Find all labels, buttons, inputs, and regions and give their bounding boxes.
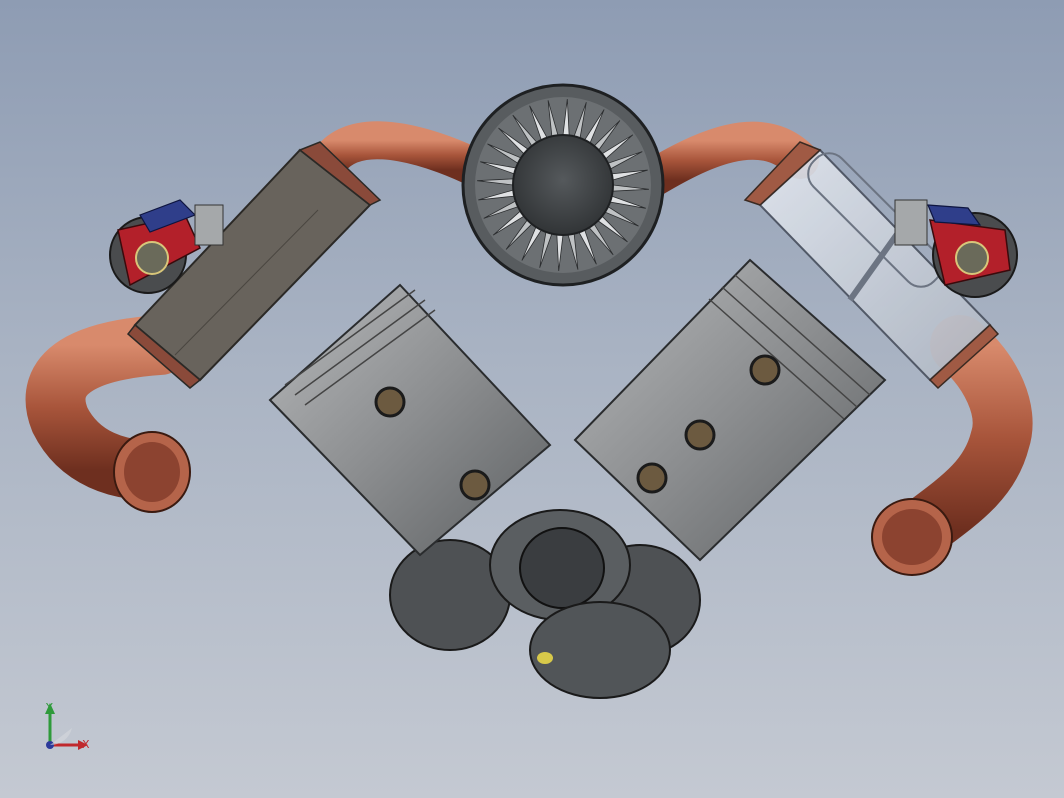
triad-y-label: Y <box>45 701 53 714</box>
triad-x-label: X <box>82 738 90 751</box>
impeller-wheel[interactable] <box>461 83 665 287</box>
orientation-triad[interactable]: Y X <box>45 701 90 751</box>
piston-left[interactable] <box>268 283 552 557</box>
3d-model-viewport[interactable]: Y X <box>0 0 1064 798</box>
piston-right[interactable] <box>573 258 887 562</box>
